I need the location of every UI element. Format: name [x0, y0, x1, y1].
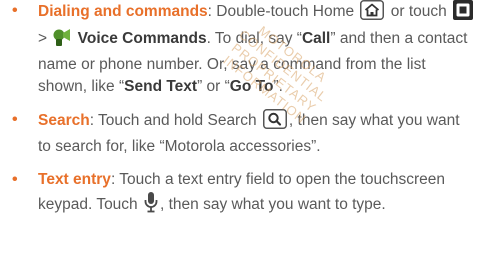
- bullet: •: [12, 171, 18, 188]
- command-call: Call: [301, 30, 331, 47]
- term-dialing-commands: Dialing and commands: [38, 3, 208, 20]
- list-item-text-entry: • Text entry: Touch a text entry field t…: [0, 169, 482, 220]
- body-text: : Double-touch Home: [207, 3, 359, 20]
- term-text-entry: Text entry: [38, 171, 111, 188]
- body-text: . To dial, say “: [206, 30, 302, 47]
- body-text: , then say what you want to type.: [159, 196, 386, 213]
- body-text: ” or “: [197, 78, 230, 95]
- bullet: •: [12, 2, 18, 19]
- list-item-search: • Search: Touch and hold Search , then s…: [0, 109, 482, 158]
- voice-commands-label: Voice Commands: [77, 30, 207, 47]
- apps-icon: [453, 0, 474, 27]
- voice-commands-icon: [53, 27, 71, 54]
- term-search: Search: [38, 112, 90, 129]
- list-item-dialing-commands: • Dialing and commands: Double-touch Hom…: [0, 0, 482, 98]
- voice-features-list: • Dialing and commands: Double-touch Hom…: [0, 0, 482, 220]
- home-icon: [360, 0, 385, 27]
- body-text: : Touch and hold Search: [89, 112, 261, 129]
- bullet: •: [12, 111, 18, 128]
- body-text: >: [38, 30, 52, 47]
- search-icon: [262, 109, 287, 136]
- body-text: or touch: [386, 3, 452, 20]
- microphone-icon: [144, 191, 158, 220]
- command-send-text: Send Text: [124, 78, 198, 95]
- command-go-to: Go To: [229, 78, 274, 95]
- body-text: ”.: [273, 78, 283, 95]
